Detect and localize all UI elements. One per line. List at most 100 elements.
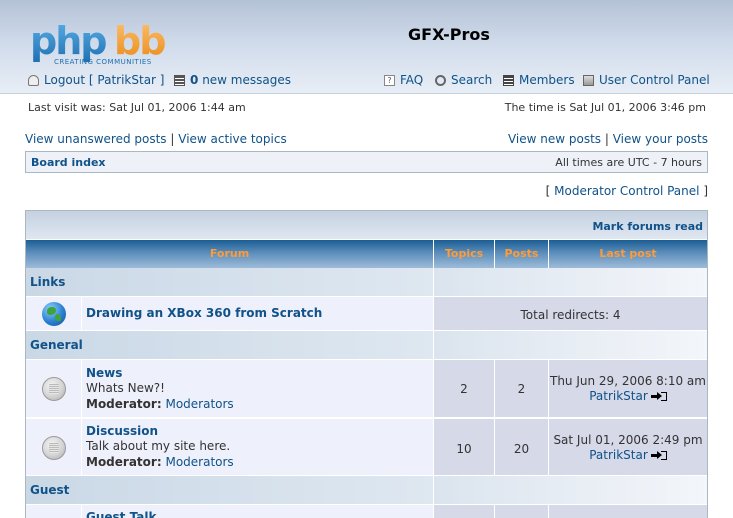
forum-moderators: Moderator: Moderators — [86, 397, 234, 411]
page-header: php bb CREATING COMMUNITIES GFX-Pros Log… — [0, 0, 733, 94]
new-messages-link[interactable]: 0 new messages — [174, 73, 291, 87]
category-link-guest[interactable]: Guest — [30, 483, 69, 497]
topics-cell: 2 — [433, 360, 494, 417]
last-post-author: PatrikStar — [549, 389, 707, 403]
topics-count: 10 — [456, 442, 472, 456]
user-control-panel-link[interactable]: User Control Panel — [583, 73, 710, 87]
posts-cell — [494, 505, 548, 518]
faq-icon: ? — [384, 74, 395, 86]
posts-cell: 20 — [494, 419, 548, 475]
faq-label: FAQ — [400, 73, 424, 87]
mark-read-bar: Mark forums read — [26, 211, 707, 239]
separator: | — [604, 132, 609, 146]
quick-links-left: View unanswered posts | View active topi… — [25, 132, 287, 146]
last-post-time: Thu Jun 29, 2006 8:10 am — [550, 374, 706, 388]
view-your-posts-link[interactable]: View your posts — [613, 132, 708, 146]
site-logo[interactable]: php bb CREATING COMMUNITIES — [30, 22, 175, 68]
view-unanswered-link[interactable]: View unanswered posts — [25, 132, 167, 146]
forum-row-guest-talk: Guest Talk — [26, 504, 707, 518]
forum-title-link[interactable]: Guest Talk — [86, 510, 156, 518]
user-control-panel-icon — [583, 74, 594, 86]
last-post-author: PatrikStar — [549, 448, 707, 462]
goto-last-post-icon[interactable] — [650, 451, 667, 460]
moderator-link[interactable]: Moderators — [165, 455, 233, 469]
forum-description: Whats New?! — [86, 381, 165, 395]
magnifier-icon — [435, 74, 446, 86]
posts-count: 20 — [513, 442, 530, 456]
svg-text:CREATING COMMUNITIES: CREATING COMMUNITIES — [54, 58, 152, 66]
total-redirects-text: Total redirects: 4 — [520, 308, 621, 322]
svg-text:php: php — [30, 22, 106, 63]
forum-title-link[interactable]: Drawing an XBox 360 from Scratch — [86, 306, 322, 320]
column-header-forum: Forum — [209, 247, 250, 260]
moderator-control-panel: [ Moderator Control Panel ] — [546, 184, 708, 198]
redirects-cell: Total redirects: 4 — [433, 297, 707, 330]
faq-link[interactable]: ? FAQ — [384, 73, 423, 87]
members-label: Members — [519, 73, 575, 87]
logout-label: Logout [ PatrikStar ] — [44, 73, 165, 87]
logout-link[interactable]: Logout [ PatrikStar ] — [28, 73, 164, 87]
timezone-text: All times are UTC - 7 hours — [555, 156, 702, 169]
forum-row-news: News Whats New?! Moderator: Moderators 2… — [26, 359, 707, 417]
posts-cell: 2 — [494, 360, 548, 417]
board-index-link[interactable]: Board index — [31, 156, 106, 169]
quick-links-right: View new posts | View your posts — [508, 132, 708, 146]
forum-title-cell: News Whats New?! Moderator: Moderators — [81, 360, 433, 417]
forum-title-cell: Guest Talk — [81, 505, 433, 518]
topics-cell: 10 — [433, 419, 494, 475]
forum-title-cell: Drawing an XBox 360 from Scratch — [81, 297, 433, 330]
last-post-cell: Sat Jul 01, 2006 2:49 pm PatrikStar — [548, 419, 707, 475]
forum-title-link[interactable]: Discussion — [86, 424, 158, 438]
column-header-last-post: Last post — [548, 240, 707, 268]
view-active-topics-link[interactable]: View active topics — [178, 132, 286, 146]
category-row-spacer — [433, 476, 707, 504]
category-link-general[interactable]: General — [30, 338, 83, 352]
forum-read-icon — [42, 436, 66, 460]
column-header-posts: Posts — [494, 240, 548, 268]
moderator-label: Moderator: — [86, 397, 162, 411]
view-new-posts-link[interactable]: View new posts — [508, 132, 601, 146]
last-post-time: Sat Jul 01, 2006 2:49 pm — [553, 433, 703, 447]
bracket-open: [ — [545, 184, 551, 198]
forum-icon-cell — [26, 297, 81, 330]
last-post-user-link[interactable]: PatrikStar — [589, 448, 648, 462]
site-name: GFX-Pros — [408, 25, 490, 44]
mark-forums-read-link[interactable]: Mark forums read — [592, 220, 703, 233]
forum-icon-cell — [26, 419, 81, 475]
messages-label: new messages — [202, 73, 291, 87]
last-post-user-link[interactable]: PatrikStar — [589, 389, 648, 403]
forum-description: Talk about my site here. — [86, 439, 231, 453]
column-header-topics: Topics — [433, 240, 494, 268]
topics-cell — [433, 505, 494, 518]
category-link-links[interactable]: Links — [30, 275, 65, 289]
table-header: Forum Topics Posts Last post — [26, 240, 707, 268]
forum-icon-cell — [26, 360, 81, 417]
forum-moderators: Moderator: Moderators — [86, 455, 234, 469]
bracket-close: ] — [703, 184, 708, 198]
breadcrumb: Board index All times are UTC - 7 hours — [25, 151, 708, 173]
moderator-control-panel-link[interactable]: Moderator Control Panel — [554, 184, 699, 198]
search-link[interactable]: Search — [435, 73, 492, 87]
moderator-label: Moderator: — [86, 455, 162, 469]
moderator-link[interactable]: Moderators — [165, 397, 233, 411]
goto-last-post-icon[interactable] — [650, 392, 667, 401]
posts-count: 2 — [517, 382, 526, 396]
last-post-cell — [548, 505, 707, 518]
forum-read-icon — [42, 377, 66, 401]
padlock-icon — [28, 74, 39, 86]
message-list-icon — [174, 74, 185, 86]
globe-icon — [42, 302, 66, 326]
members-link[interactable]: Members — [503, 73, 575, 87]
category-row-links: Links — [26, 268, 707, 296]
last-visit-text: Last visit was: Sat Jul 01, 2006 1:44 am — [28, 101, 246, 114]
forum-row-xbox: Drawing an XBox 360 from Scratch Total r… — [26, 296, 707, 330]
category-row-spacer — [433, 268, 707, 296]
category-row-spacer — [433, 331, 707, 359]
search-label: Search — [451, 73, 493, 87]
separator: | — [170, 132, 175, 146]
forum-title-cell: Discussion Talk about my site here. Mode… — [81, 419, 433, 475]
svg-text:bb: bb — [114, 22, 165, 63]
current-time-text: The time is Sat Jul 01, 2006 3:46 pm — [504, 101, 706, 114]
category-row-general: General — [26, 331, 707, 359]
forum-title-link[interactable]: News — [86, 366, 122, 380]
